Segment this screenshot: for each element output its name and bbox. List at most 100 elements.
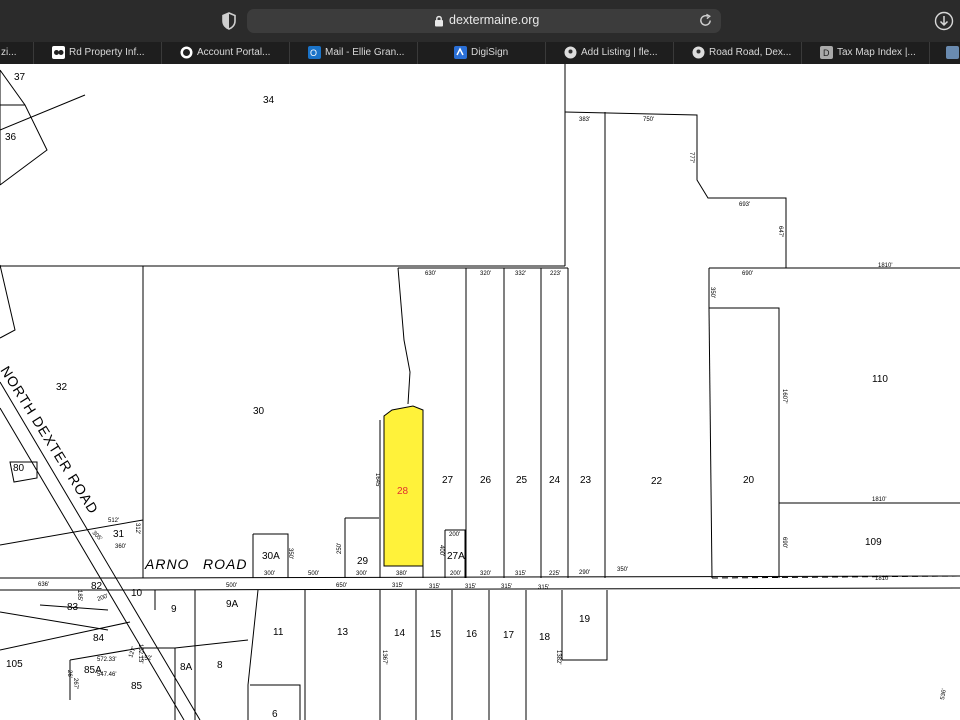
road-name-arno-2: ROAD: [203, 556, 247, 572]
dim-1367: 1367': [381, 650, 387, 665]
lot-32: 32: [56, 382, 68, 393]
lot-28: 28: [397, 486, 409, 497]
tab-overflow[interactable]: [929, 42, 960, 64]
tab-zillow[interactable]: zi...: [0, 42, 33, 64]
dim-320-bottom: 320': [480, 571, 491, 577]
dim-300-b: 300': [356, 571, 367, 577]
tab-label: zi...: [1, 47, 17, 58]
lot-16: 16: [466, 629, 478, 640]
lot-17: 17: [503, 630, 515, 641]
address-bar[interactable]: dextermaine.org: [247, 9, 721, 33]
lot-34: 34: [263, 95, 275, 106]
svg-text:O: O: [310, 48, 317, 58]
location-pin-icon: [564, 46, 577, 59]
dim-360: 360': [115, 544, 126, 550]
tab-label: Account Portal...: [197, 47, 271, 58]
tab-label: Rd Property Inf...: [69, 47, 145, 58]
dim-1607: 1607': [781, 389, 787, 404]
lot-110: 110: [872, 374, 888, 385]
dim-500-b: 500': [226, 583, 237, 589]
dim-690-b: 690': [781, 537, 787, 548]
browser-toolbar: dextermaine.org: [0, 0, 960, 42]
lot-8a: 8A: [180, 662, 193, 673]
lot-30a: 30A: [262, 551, 280, 562]
reload-icon[interactable]: [698, 13, 713, 28]
dim-225: 225': [549, 571, 560, 577]
dim-315-b: 315': [392, 583, 403, 589]
tab-digisign[interactable]: DigiSign: [417, 42, 545, 64]
lot-24: 24: [549, 475, 561, 486]
dim-400: 400': [438, 545, 444, 556]
svg-text:D: D: [823, 48, 830, 58]
lot-31: 31: [113, 529, 125, 540]
dim-250: 250': [337, 543, 343, 554]
dim-290: 290': [579, 570, 590, 576]
dim-1810-top: 1810': [878, 263, 893, 269]
dim-512: 512': [108, 518, 119, 524]
dim-1645: 1645': [374, 473, 380, 488]
lot-18: 18: [539, 632, 551, 643]
dim-750: 750': [643, 117, 654, 123]
tab-bar: zi... Rd Property Inf... Account Portal.…: [0, 42, 960, 65]
tab-road-road[interactable]: Road Road, Dex...: [673, 42, 801, 64]
lot-84: 84: [93, 633, 105, 644]
dim-650: 650': [336, 583, 347, 589]
dim-315-c: 315': [429, 584, 440, 590]
tab-property-info[interactable]: Rd Property Inf...: [33, 42, 161, 64]
dim-185: 185': [76, 590, 82, 601]
dim-350: 350': [709, 287, 715, 298]
lot-83: 83: [67, 602, 79, 613]
dim-312: 312': [134, 523, 140, 534]
dim-315-e: 315': [501, 584, 512, 590]
url-text[interactable]: dextermaine.org: [449, 13, 539, 27]
dim-1810-mid: 1810': [872, 497, 887, 503]
dim-647: 647': [777, 226, 783, 237]
dim-200-a: 200': [449, 532, 460, 538]
tab-label: Tax Map Index |...: [837, 47, 916, 58]
tab-add-listing[interactable]: Add Listing | fle...: [545, 42, 673, 64]
lot-23: 23: [580, 475, 592, 486]
dim-350-c: 350': [617, 567, 628, 573]
property-icon: [52, 46, 65, 59]
dim-332: 332': [515, 271, 526, 277]
lot-80: 80: [13, 463, 25, 474]
dim-26: 26': [66, 670, 72, 678]
lot-19: 19: [579, 614, 591, 625]
shield-icon[interactable]: [221, 12, 237, 30]
tax-map[interactable]: 37 36 34 32 30 28 27 26 25 24 23 22 20 1…: [0, 64, 960, 720]
dim-777: 777': [688, 152, 694, 163]
lot-8: 8: [217, 660, 223, 671]
dim-320-top: 320': [480, 271, 491, 277]
lot-26: 26: [480, 475, 492, 486]
dim-1382: 1382': [555, 650, 561, 665]
dim-315-f: 315': [538, 585, 549, 591]
tab-account-portal[interactable]: Account Portal...: [161, 42, 289, 64]
lock-icon: [435, 15, 443, 27]
image-icon: [946, 46, 959, 59]
dim-350-b: 350': [287, 548, 293, 559]
lot-25: 25: [516, 475, 528, 486]
dim-1810-bottom: 1810': [875, 576, 890, 582]
dim-630: 630': [425, 271, 436, 277]
lot-30: 30: [253, 406, 265, 417]
portal-icon: [180, 46, 193, 59]
tab-mail[interactable]: O Mail - Ellie Gran...: [289, 42, 417, 64]
road-name-arno-1: ARNO: [144, 556, 189, 572]
dim-300-a: 300': [264, 571, 275, 577]
lot-85: 85: [131, 681, 143, 692]
dim-267: 267': [72, 678, 78, 689]
lot-27a: 27A: [447, 551, 465, 562]
dim-152: 152': [141, 656, 152, 662]
dim-693: 693': [739, 202, 750, 208]
dim-380: 380': [396, 571, 407, 577]
download-icon[interactable]: [934, 11, 954, 31]
digisign-icon: [454, 46, 467, 59]
tab-tax-map-index[interactable]: D Tax Map Index |...: [801, 42, 929, 64]
lot-20: 20: [743, 475, 755, 486]
lot-15: 15: [430, 629, 442, 640]
lot-9: 9: [171, 604, 177, 615]
lot-37: 37: [14, 72, 26, 83]
tab-label: Road Road, Dex...: [709, 47, 792, 58]
dim-200-b: 200': [450, 571, 461, 577]
lot-9a: 9A: [226, 599, 239, 610]
